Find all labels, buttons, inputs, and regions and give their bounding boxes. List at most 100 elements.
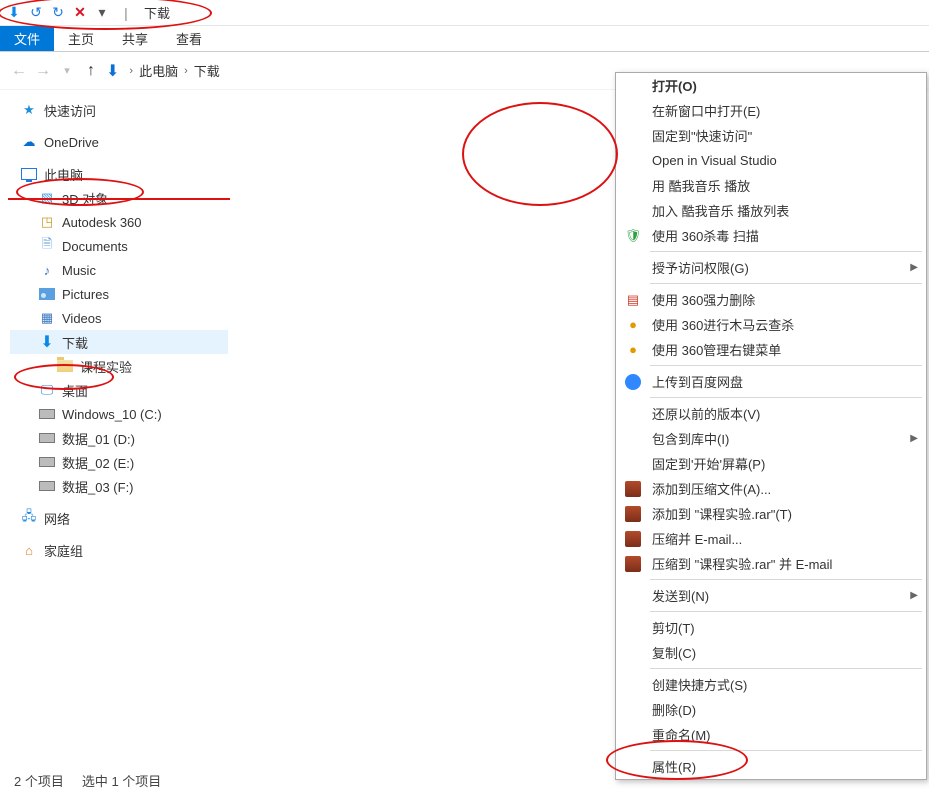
sidebar-item-label: Videos	[62, 311, 102, 326]
sidebar-onedrive[interactable]: ☁ OneDrive	[10, 130, 228, 154]
nav-back-button[interactable]: ←	[8, 60, 30, 82]
separator	[650, 365, 922, 366]
sidebar-item-desktop[interactable]: 🖵 桌面	[10, 378, 228, 402]
ctx-pin-quick[interactable]: 固定到"快速访问"	[616, 123, 926, 148]
tab-file[interactable]: 文件	[0, 26, 54, 51]
sidebar-item-documents[interactable]: 🗎 Documents	[10, 234, 228, 258]
ctx-kuwo-add[interactable]: 加入 酷我音乐 播放列表	[616, 198, 926, 223]
chevron-right-icon: ▶	[910, 433, 918, 444]
ctx-copy[interactable]: 复制(C)	[616, 640, 926, 665]
sidebar-item-label: 网络	[44, 509, 70, 528]
ctx-rar-name-email[interactable]: 压缩到 "课程实验.rar" 并 E-mail	[616, 551, 926, 576]
ctx-open[interactable]: 打开(O)	[616, 73, 926, 98]
delete-button[interactable]: ✕	[70, 3, 90, 23]
ctx-360-trojan[interactable]: ●使用 360进行木马云查杀	[616, 312, 926, 337]
ctx-grant-access[interactable]: 授予访问权限(G)▶	[616, 255, 926, 280]
sidebar-item-label: Windows_10 (C:)	[62, 407, 162, 422]
ctx-rar-add[interactable]: 添加到压缩文件(A)...	[616, 476, 926, 501]
ctx-baidu-upload[interactable]: 上传到百度网盘	[616, 369, 926, 394]
context-menu: 打开(O) 在新窗口中打开(E) 固定到"快速访问" Open in Visua…	[615, 72, 927, 780]
disk-icon: ●	[622, 339, 644, 361]
nav-forward-button[interactable]: →	[32, 60, 54, 82]
sidebar-item-videos[interactable]: ▦ Videos	[10, 306, 228, 330]
ctx-open-new-window[interactable]: 在新窗口中打开(E)	[616, 98, 926, 123]
cloud-icon: ☁	[20, 133, 38, 151]
undo-button[interactable]: ↺	[26, 3, 46, 23]
drive-icon	[38, 405, 56, 423]
sidebar-item-autodesk[interactable]: ◳ Autodesk 360	[10, 210, 228, 234]
network-icon: 🖧	[20, 509, 38, 527]
download-icon: ⬇	[106, 61, 119, 81]
desktop-icon: 🖵	[38, 381, 56, 399]
ctx-rar-add-name[interactable]: 添加到 "课程实验.rar"(T)	[616, 501, 926, 526]
sidebar-item-f-drive[interactable]: 数据_03 (F:)	[10, 474, 228, 498]
titlebar: ⬇ ↺ ↻ ✕ ▾ | 下载	[0, 0, 929, 26]
drive-icon	[38, 477, 56, 495]
sidebar-item-c-drive[interactable]: Windows_10 (C:)	[10, 402, 228, 426]
crumb-thispc[interactable]: 此电脑	[139, 61, 178, 80]
breadcrumb-sep-icon: ›	[129, 65, 133, 77]
ctx-pin-start[interactable]: 固定到'开始'屏幕(P)	[616, 451, 926, 476]
redo-button[interactable]: ↻	[48, 3, 68, 23]
sidebar-item-label: 家庭组	[44, 541, 83, 560]
sidebar-item-label: 下载	[62, 333, 88, 352]
nav-history-icon[interactable]: ▾	[56, 60, 78, 82]
separator	[650, 579, 922, 580]
sidebar-item-downloads[interactable]: ⬇ 下载	[10, 330, 228, 354]
documents-icon: 🗎	[38, 237, 56, 255]
qat-dropdown-icon[interactable]: ▾	[92, 3, 112, 23]
sidebar: ★ 快速访问 ☁ OneDrive 此电脑 ▧ 3D 对象 ◳ Autodesk…	[0, 90, 230, 765]
ctx-rar-email[interactable]: 压缩并 E-mail...	[616, 526, 926, 551]
ctx-360-delete[interactable]: ▤使用 360强力删除	[616, 287, 926, 312]
sidebar-thispc[interactable]: 此电脑	[10, 162, 228, 186]
tab-home[interactable]: 主页	[54, 26, 108, 51]
ctx-restore[interactable]: 还原以前的版本(V)	[616, 401, 926, 426]
sidebar-homegroup[interactable]: ⌂ 家庭组	[10, 538, 228, 562]
ctx-sendto[interactable]: 发送到(N)▶	[616, 583, 926, 608]
sidebar-item-label: Music	[62, 263, 96, 278]
ctx-rename[interactable]: 重命名(M)	[616, 722, 926, 747]
download-icon: ⬇	[4, 3, 24, 23]
ctx-delete[interactable]: 删除(D)	[616, 697, 926, 722]
drive-icon	[38, 429, 56, 447]
ctx-open-vs[interactable]: Open in Visual Studio	[616, 148, 926, 173]
separator	[650, 750, 922, 751]
sidebar-item-label: 课程实验	[80, 357, 132, 376]
ctx-kuwo-play[interactable]: 用 酷我音乐 播放	[616, 173, 926, 198]
crumb-downloads[interactable]: 下载	[194, 61, 220, 80]
ribbon-tabs: 文件 主页 共享 查看	[0, 26, 929, 52]
breadcrumb-sep-icon: ›	[184, 65, 188, 77]
ctx-360-menu[interactable]: ●使用 360管理右键菜单	[616, 337, 926, 362]
tab-share[interactable]: 共享	[108, 26, 162, 51]
separator	[650, 283, 922, 284]
sidebar-item-e-drive[interactable]: 数据_02 (E:)	[10, 450, 228, 474]
monitor-icon	[20, 165, 38, 183]
nav-up-button[interactable]: ↑	[80, 60, 102, 82]
sidebar-item-label: 此电脑	[44, 165, 83, 184]
sidebar-item-label: 快速访问	[44, 101, 96, 120]
sidebar-item-3d[interactable]: ▧ 3D 对象	[10, 186, 228, 210]
sidebar-item-experiment[interactable]: 课程实验	[10, 354, 228, 378]
sidebar-item-label: Documents	[62, 239, 128, 254]
ctx-cut[interactable]: 剪切(T)	[616, 615, 926, 640]
shield-icon: 🛡	[622, 225, 644, 247]
sidebar-network[interactable]: 🖧 网络	[10, 506, 228, 530]
ctx-shortcut[interactable]: 创建快捷方式(S)	[616, 672, 926, 697]
sidebar-item-pictures[interactable]: Pictures	[10, 282, 228, 306]
sidebar-item-label: 数据_02 (E:)	[62, 453, 134, 472]
window-title: 下载	[144, 3, 170, 22]
separator	[650, 668, 922, 669]
music-icon: ♪	[38, 261, 56, 279]
sidebar-item-label: 数据_03 (F:)	[62, 477, 134, 496]
sidebar-item-label: Autodesk 360	[62, 215, 142, 230]
tab-view[interactable]: 查看	[162, 26, 216, 51]
ctx-include-library[interactable]: 包含到库中(I)▶	[616, 426, 926, 451]
rar-icon	[622, 528, 644, 550]
folder-icon	[56, 357, 74, 375]
folder-icon: ◳	[38, 213, 56, 231]
ctx-360-scan[interactable]: 🛡使用 360杀毒 扫描	[616, 223, 926, 248]
sidebar-item-d-drive[interactable]: 数据_01 (D:)	[10, 426, 228, 450]
sidebar-quick-access[interactable]: ★ 快速访问	[10, 98, 228, 122]
pictures-icon	[38, 285, 56, 303]
sidebar-item-music[interactable]: ♪ Music	[10, 258, 228, 282]
